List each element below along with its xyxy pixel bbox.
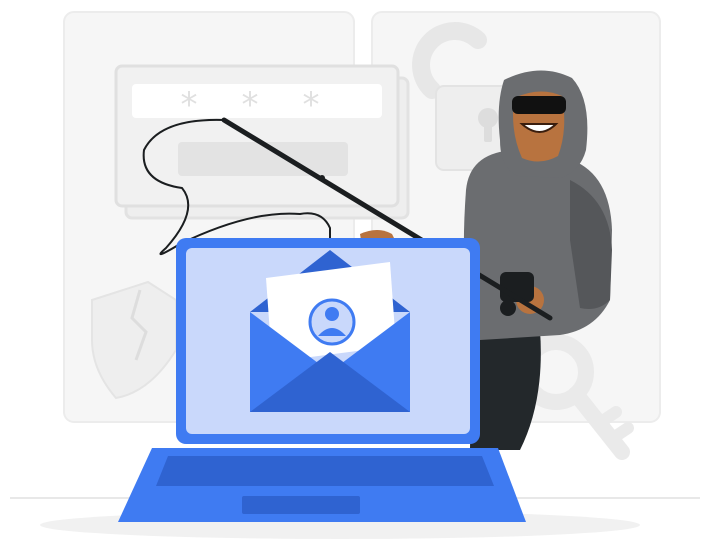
password-mask-char-2: * — [242, 85, 259, 125]
laptop-keyboard — [156, 456, 494, 486]
laptop-touchpad — [242, 496, 360, 514]
hacker-mask — [512, 96, 566, 114]
user-avatar-icon — [308, 298, 356, 346]
phishing-illustration: * * * — [10, 11, 700, 539]
password-mask-char-3: * — [303, 85, 320, 125]
password-mask-char-1: * — [181, 85, 198, 125]
